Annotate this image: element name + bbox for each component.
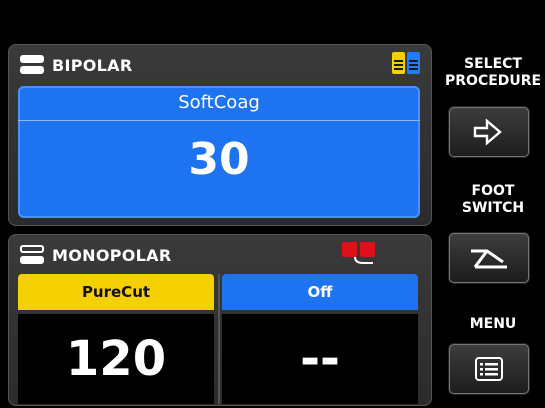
select-procedure-button[interactable] — [449, 107, 529, 157]
coag-mode-label: Off — [222, 274, 418, 310]
bipolar-display[interactable]: SoftCoag 30 — [18, 86, 420, 218]
cut-mode-label: PureCut — [18, 274, 214, 310]
cut-power-value: 120 — [18, 314, 214, 404]
enter-arrow-icon — [473, 118, 502, 146]
select-procedure-label-line2: PROCEDURE — [445, 73, 542, 89]
select-procedure-label: SELECT PROCEDURE — [445, 56, 541, 90]
bipolar-power-value: 30 — [188, 134, 250, 185]
foot-switch-label-line2: SWITCH — [461, 200, 525, 216]
foot-switch-button[interactable] — [449, 233, 529, 283]
foot-pedal-icon — [471, 249, 507, 269]
monopolar-coag-box[interactable]: Off -- — [222, 274, 418, 404]
bipolar-title: BIPOLAR — [52, 55, 133, 75]
menu-label: MENU — [469, 316, 517, 332]
foot-switch-label-line1: FOOT — [471, 183, 515, 199]
monopolar-plug-icon — [20, 244, 44, 266]
coag-power-value: -- — [222, 314, 418, 404]
bipolar-mode: SoftCoag — [18, 86, 420, 121]
monopolar-panel: MONOPOLAR PureCut 120 Off -- — [8, 234, 432, 406]
dual-pedal-icon — [392, 52, 422, 74]
monopolar-header: MONOPOLAR — [20, 242, 171, 268]
monopolar-cut-box[interactable]: PureCut 120 — [18, 274, 214, 404]
bipolar-header: BIPOLAR — [20, 52, 132, 78]
menu-button[interactable] — [449, 344, 529, 394]
monopolar-title: MONOPOLAR — [52, 245, 172, 265]
select-procedure-label-line1: SELECT — [464, 56, 522, 72]
bipolar-panel: BIPOLAR SoftCoag 30 — [8, 44, 432, 226]
monopolar-divider — [218, 274, 220, 404]
list-icon — [475, 357, 503, 381]
foot-switch-label: FOOT SWITCH — [445, 183, 541, 217]
bipolar-plug-icon — [20, 54, 44, 76]
red-pedal-icon — [342, 242, 375, 264]
